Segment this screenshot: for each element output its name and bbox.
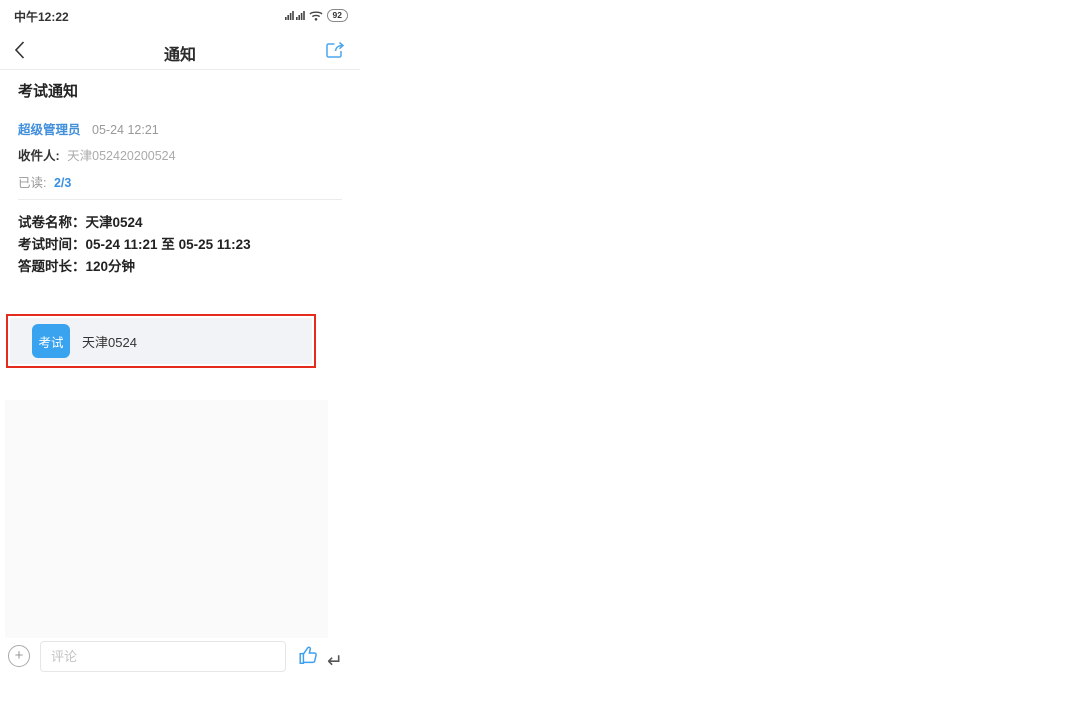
header: 通知 — [0, 30, 360, 70]
recipient-value: 天津052420200524 — [67, 149, 175, 163]
sender-line: 超级管理员 05-24 12:21 — [18, 119, 159, 138]
status-time: 中午12:22 — [14, 8, 69, 25]
battery-icon: 92 — [327, 9, 348, 22]
read-count[interactable]: 2/3 — [54, 176, 71, 190]
comment-input[interactable] — [40, 641, 286, 672]
exam-attachment-row[interactable]: 考试 天津0524 — [10, 318, 312, 364]
exam-name: 天津0524 — [82, 332, 137, 351]
screenshot-canvas: 中午12:22 92 消息 + 搜索 通讯录 收件箱 — [0, 0, 1080, 703]
exam-tag: 考试 — [32, 324, 70, 358]
read-status-line: 已读: 2/3 — [18, 172, 71, 191]
exam-time-range: 考试时间：05-24 11:21 至 05-25 11:23 — [18, 234, 251, 256]
header-actions — [324, 40, 346, 60]
like-button[interactable] — [297, 644, 319, 671]
page-title: 通知 — [0, 41, 360, 65]
status-bar: 中午12:22 92 — [0, 0, 360, 30]
sent-time: 05-24 12:21 — [92, 123, 159, 137]
add-attachment-button[interactable]: + — [8, 645, 30, 667]
recipient-label: 收件人: — [18, 149, 60, 163]
divider — [18, 199, 342, 200]
exam-duration: 答题时长：120分钟 — [18, 256, 251, 278]
notice-detail-screen: 中午12:22 92 通知 考试通知 超级管理员 05-24 12:21 收件人… — [0, 0, 360, 703]
return-arrow-glyph: ↵ — [327, 650, 343, 673]
content-placeholder-area — [5, 400, 328, 638]
thumbs-up-icon — [297, 644, 319, 666]
exam-paper-name: 试卷名称：天津0524 — [18, 212, 251, 234]
notice-subject: 考试通知 — [18, 80, 78, 101]
wifi-icon — [309, 10, 323, 21]
recipient-line: 收件人: 天津052420200524 — [18, 145, 176, 164]
share-icon[interactable] — [324, 40, 346, 60]
highlight-box-exam-chip: 考试 天津0524 — [6, 314, 316, 368]
sender-name[interactable]: 超级管理员 — [18, 123, 81, 137]
exam-details: 试卷名称：天津0524 考试时间：05-24 11:21 至 05-25 11:… — [18, 212, 251, 278]
status-icons: 92 — [285, 9, 348, 22]
signal-icon — [285, 10, 305, 21]
read-label: 已读: — [18, 176, 46, 190]
